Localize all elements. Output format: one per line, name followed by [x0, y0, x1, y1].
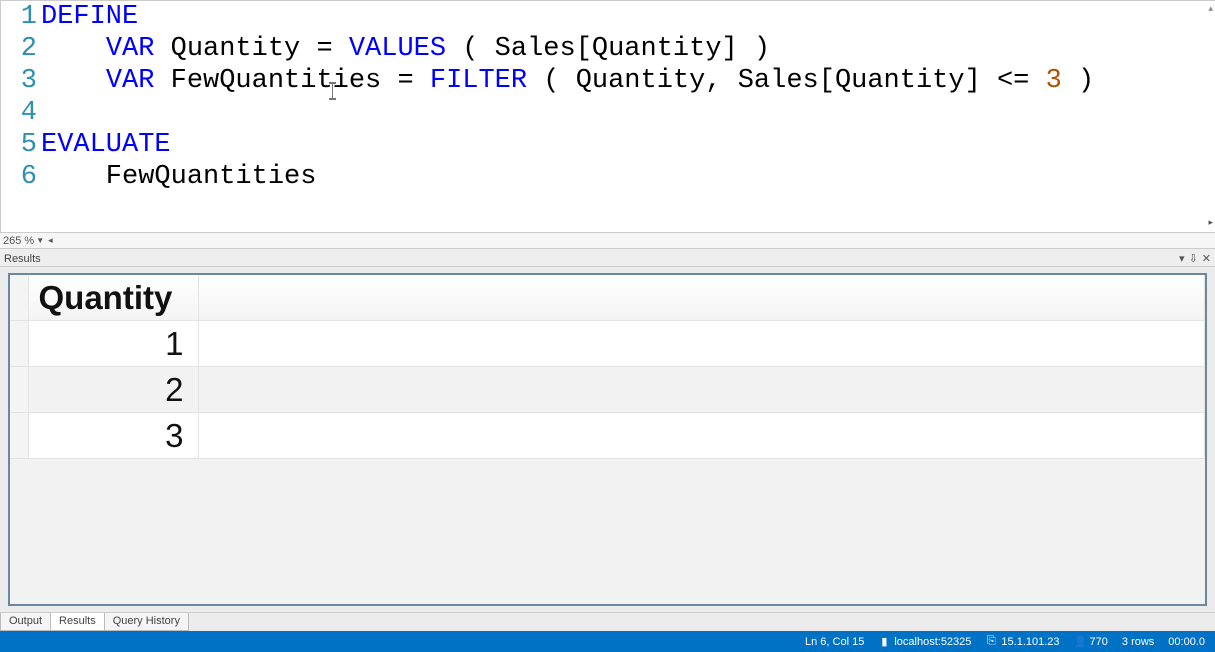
results-panel-title: Results [4, 253, 41, 265]
scroll-left-icon[interactable]: ◂ [48, 235, 53, 246]
zoom-level[interactable]: 265 % [3, 235, 34, 247]
column-header-quantity[interactable]: Quantity [28, 275, 198, 321]
cell-quantity[interactable]: 1 [28, 321, 198, 367]
scroll-right-icon[interactable]: ▸ [1208, 217, 1213, 228]
code-line[interactable]: DEFINE [41, 1, 1215, 33]
column-header-spacer [198, 275, 1205, 321]
line-number: 1 [1, 1, 37, 33]
status-user: 770 [1090, 636, 1108, 648]
table-row[interactable]: 2 [10, 367, 1205, 413]
results-panel-header: Results ▾ ⇩ ✕ [0, 248, 1215, 266]
version-icon: ⎘ [985, 635, 997, 648]
tab-output[interactable]: Output [0, 613, 51, 631]
results-grid[interactable]: Quantity 123 [8, 273, 1207, 606]
line-number-gutter: 123456 [1, 1, 41, 193]
code-line[interactable] [41, 97, 1215, 129]
code-area[interactable]: DEFINE VAR Quantity = VALUES ( Sales[Qua… [41, 1, 1215, 193]
cell-quantity[interactable]: 2 [28, 367, 198, 413]
line-number: 4 [1, 97, 37, 129]
tab-results[interactable]: Results [50, 613, 105, 631]
user-icon: 👤 [1074, 635, 1086, 648]
cell-blank [198, 413, 1205, 459]
cell-quantity[interactable]: 3 [28, 413, 198, 459]
status-bar: Ln 6, Col 15 ▮ localhost:52325 ⎘ 15.1.10… [0, 631, 1215, 652]
table-row[interactable]: 3 [10, 413, 1205, 459]
editor-zoom-bar: 265 % ▼ ◂ [0, 232, 1215, 248]
status-server: localhost:52325 [894, 636, 971, 648]
panel-menu-icon[interactable]: ▾ [1179, 252, 1185, 265]
close-icon[interactable]: ✕ [1202, 252, 1211, 265]
status-time: 00:00.0 [1168, 636, 1205, 648]
bottom-tab-strip: OutputResultsQuery History [0, 612, 1215, 631]
status-cursor-position: Ln 6, Col 15 [805, 636, 864, 648]
cell-blank [198, 321, 1205, 367]
line-number: 3 [1, 65, 37, 97]
line-number: 5 [1, 129, 37, 161]
code-editor[interactable]: ▴ 123456 DEFINE VAR Quantity = VALUES ( … [0, 0, 1215, 232]
row-header-corner [10, 275, 28, 321]
results-panel: Quantity 123 [0, 266, 1215, 612]
table-row[interactable]: 1 [10, 321, 1205, 367]
code-line[interactable]: VAR Quantity = VALUES ( Sales[Quantity] … [41, 33, 1215, 65]
code-line[interactable]: FewQuantities [41, 161, 1215, 193]
row-header [10, 367, 28, 413]
zoom-dropdown-icon[interactable]: ▼ [36, 236, 44, 245]
server-icon: ▮ [878, 635, 890, 648]
status-version: 15.1.101.23 [1001, 636, 1059, 648]
results-empty-area [10, 459, 1205, 604]
line-number: 6 [1, 161, 37, 193]
tab-query-history[interactable]: Query History [104, 613, 189, 631]
code-line[interactable]: VAR FewQuantities = FILTER ( Quantity, S… [41, 65, 1215, 97]
pin-icon[interactable]: ⇩ [1189, 252, 1198, 265]
scroll-up-icon[interactable]: ▴ [1208, 3, 1213, 14]
row-header [10, 321, 28, 367]
code-line[interactable]: EVALUATE [41, 129, 1215, 161]
cell-blank [198, 367, 1205, 413]
line-number: 2 [1, 33, 37, 65]
status-rows: 3 rows [1122, 636, 1154, 648]
row-header [10, 413, 28, 459]
